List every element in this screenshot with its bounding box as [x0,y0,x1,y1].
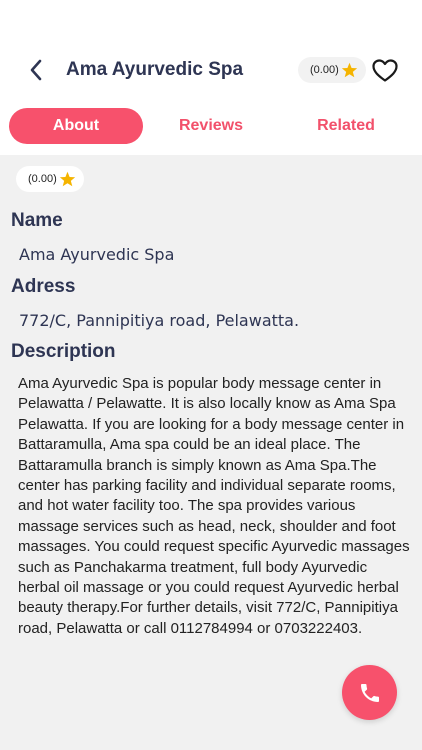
rating-value: (0.00) [28,173,57,185]
heart-outline-icon [372,58,398,82]
name-heading: Name [11,210,63,231]
phone-icon [360,683,379,702]
tab-reviews[interactable]: Reviews [143,108,279,144]
favorite-button[interactable] [370,56,400,84]
call-button[interactable] [342,665,397,720]
page-title: Ama Ayurvedic Spa [66,59,244,80]
listing-rating-badge: (0.00) [16,166,84,192]
rating-value: (0.00) [310,64,339,76]
header-rating-badge: (0.00) [298,57,366,83]
star-icon [341,62,358,78]
address-heading: Adress [11,276,76,297]
address-value: 772/C, Pannipitiya road, Pelawatta. [19,311,300,330]
description-heading: Description [11,341,116,362]
tab-bar: About Reviews Related [0,108,422,146]
description-text: Ama Ayurvedic Spa is popular body messag… [18,375,410,637]
header-panel: Ama Ayurvedic Spa (0.00) About Reviews R… [0,0,422,155]
back-button[interactable] [22,56,50,84]
name-value: Ama Ayurvedic Spa [19,245,175,264]
tab-about[interactable]: About [9,108,143,144]
star-icon [59,171,76,187]
tab-related[interactable]: Related [279,108,413,144]
chevron-left-icon [30,59,42,81]
